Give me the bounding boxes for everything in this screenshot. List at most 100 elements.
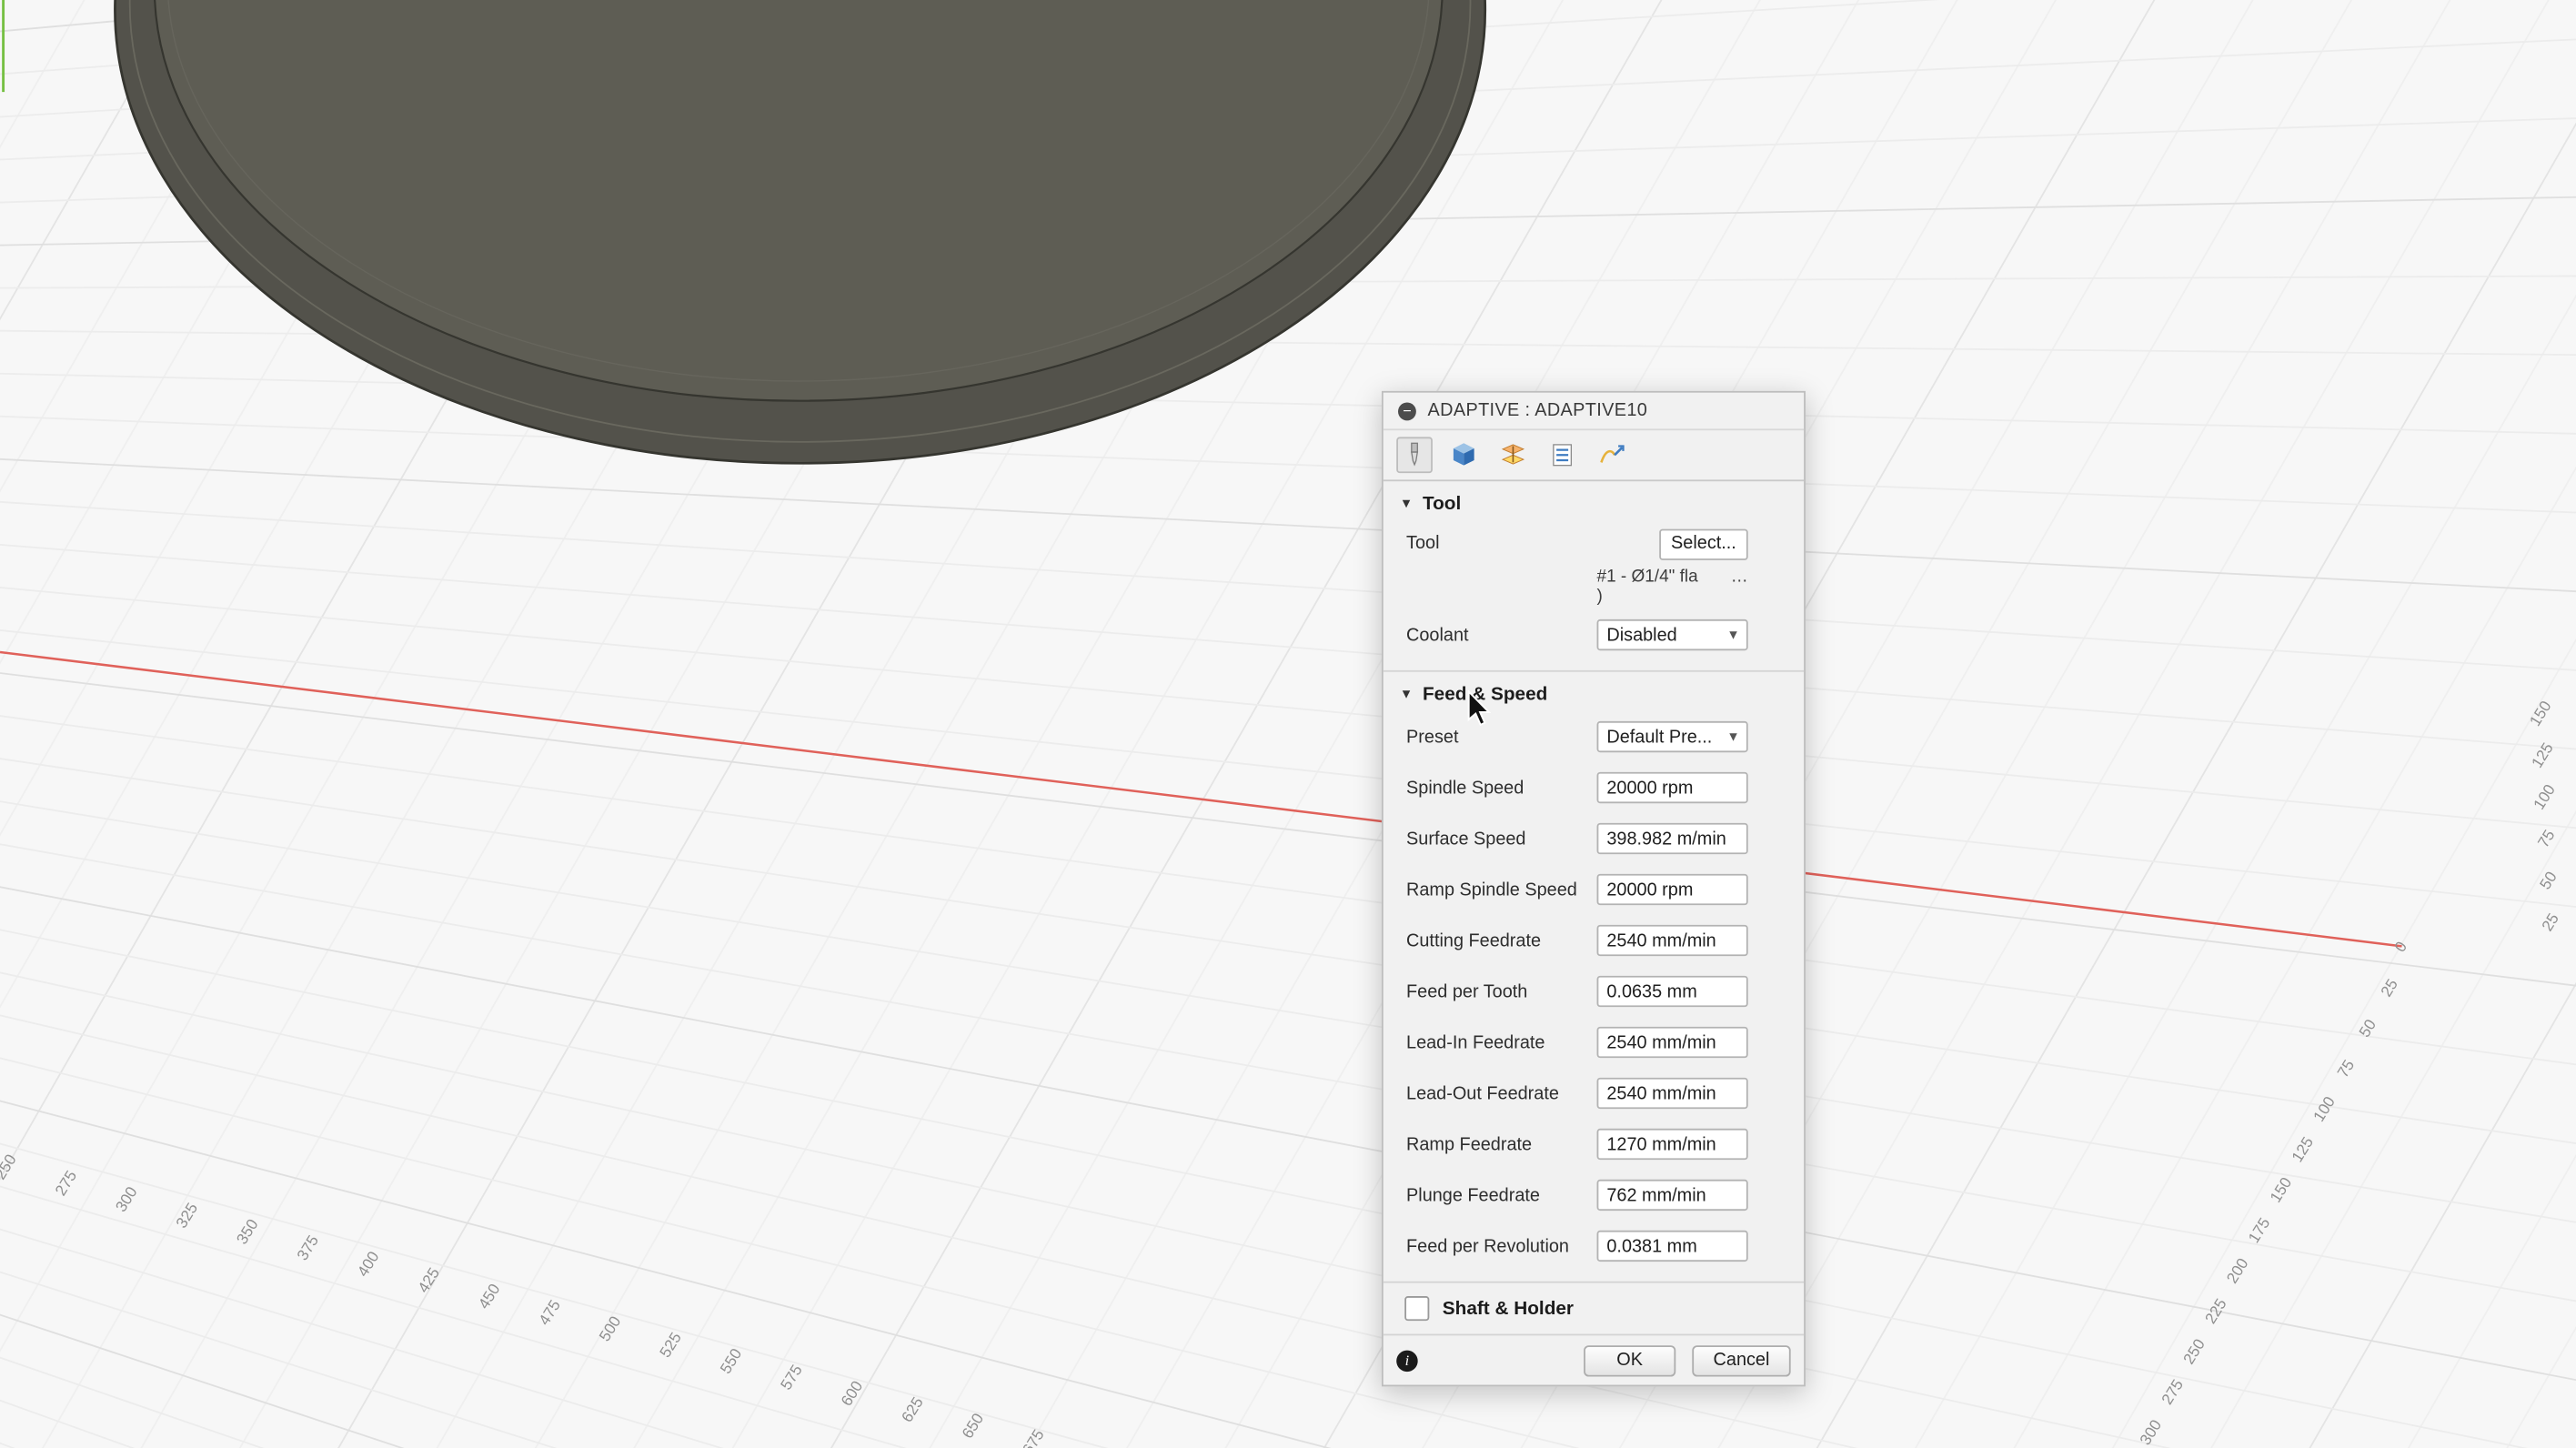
feed-per-revolution-label: Feed per Revolution	[1406, 1236, 1569, 1256]
shaft-holder-row: Shaft & Holder	[1384, 1283, 1804, 1334]
tab-linking[interactable]	[1594, 437, 1630, 473]
axis-label: 275	[51, 1167, 80, 1199]
coolant-select[interactable]: Disabled ▼	[1596, 618, 1748, 651]
axis-label: 150	[2526, 698, 2555, 729]
tool-section-header[interactable]: ▼ Tool	[1384, 481, 1804, 520]
preset-row: Preset Default Pre... ▼	[1384, 711, 1804, 762]
tool-description: #1 - Ø1/4" fla … )	[1597, 567, 1748, 606]
feed-speed-section-header[interactable]: ▼ Feed & Speed	[1384, 672, 1804, 711]
field-row-lead-out-feedrate: Lead-Out Feedrate 2540 mm/min	[1384, 1068, 1804, 1119]
axis-label: 550	[716, 1345, 745, 1377]
ramp-spindle-speed-label: Ramp Spindle Speed	[1406, 880, 1577, 900]
tool-description-line1: #1 - Ø1/4" fla	[1596, 567, 1698, 587]
field-row-spindle-speed: Spindle Speed 20000 rpm	[1384, 762, 1804, 813]
dialog-title-bar[interactable]: − ADAPTIVE : ADAPTIVE10	[1383, 393, 1805, 431]
axis-label: 300	[2136, 1416, 2165, 1448]
field-row-lead-in-feedrate: Lead-In Feedrate 2540 mm/min	[1384, 1017, 1804, 1068]
lead-in-feedrate-label: Lead-In Feedrate	[1406, 1032, 1545, 1052]
viewport-stage[interactable]: 250 275 300 325 350 375 400 425 450 475 500 525 550 5…	[0, 0, 2576, 1448]
feed-per-tooth-label: Feed per Tooth	[1406, 981, 1528, 1001]
axis-label: 75	[2534, 827, 2559, 851]
axis-label: 375	[293, 1232, 322, 1263]
tab-passes[interactable]	[1545, 437, 1581, 473]
axis-label: 175	[2244, 1214, 2273, 1246]
axis-label: 325	[172, 1200, 201, 1232]
cutting-feedrate-input[interactable]: 2540 mm/min	[1596, 924, 1748, 957]
axis-label: 200	[2222, 1254, 2251, 1286]
field-row-surface-speed: Surface Speed 398.982 m/min	[1384, 813, 1804, 864]
dialog-footer: i OK Cancel	[1383, 1333, 1805, 1385]
tab-tool[interactable]	[1396, 437, 1433, 474]
ramp-feedrate-label: Ramp Feedrate	[1406, 1134, 1533, 1154]
geometry-cube-icon	[1453, 443, 1474, 466]
info-icon[interactable]: i	[1396, 1349, 1418, 1372]
surface-speed-input[interactable]: 398.982 m/min	[1596, 822, 1748, 855]
shaft-holder-checkbox[interactable]	[1404, 1296, 1430, 1322]
tab-heights[interactable]	[1495, 437, 1532, 473]
axis-label: 25	[2538, 910, 2562, 934]
preset-value: Default Pre...	[1606, 727, 1713, 747]
tool-description-ellipsis: …	[1730, 567, 1748, 587]
coolant-value: Disabled	[1606, 625, 1677, 645]
axis-label: 600	[837, 1377, 866, 1409]
lead-out-feedrate-label: Lead-Out Feedrate	[1406, 1083, 1559, 1103]
tool-row: Tool Select...	[1384, 521, 1804, 568]
axis-label: 75	[2333, 1056, 2358, 1081]
coolant-label: Coolant	[1406, 625, 1469, 645]
axis-label: 425	[414, 1264, 443, 1296]
collapse-triangle-icon: ▼	[1399, 686, 1414, 701]
field-row-ramp-feedrate: Ramp Feedrate 1270 mm/min	[1384, 1119, 1804, 1170]
axis-label: 300	[112, 1183, 141, 1215]
collapse-dialog-icon[interactable]: −	[1398, 401, 1416, 420]
mouse-cursor	[1467, 689, 1492, 727]
axis-label: 250	[2179, 1335, 2209, 1367]
axis-label: 675	[1019, 1426, 1048, 1448]
field-row-ramp-spindle-speed: Ramp Spindle Speed 20000 rpm	[1384, 864, 1804, 915]
axis-label: 350	[233, 1216, 262, 1248]
part-disc[interactable]	[114, 0, 1486, 465]
ramp-spindle-speed-input[interactable]: 20000 rpm	[1596, 873, 1748, 906]
lead-out-feedrate-input[interactable]: 2540 mm/min	[1596, 1077, 1748, 1110]
tool-description-line2: )	[1596, 586, 1603, 607]
axis-label: 150	[2266, 1174, 2295, 1206]
viewport-canvas[interactable]: 2502753003253503754004254504755005255505…	[0, 0, 2576, 1448]
adaptive-dialog: − ADAPTIVE : ADAPTIVE10 ▼ Tool Tool Sele…	[1381, 390, 1806, 1387]
axis-label: 50	[2536, 868, 2561, 892]
linking-icon	[1600, 445, 1625, 463]
axis-label: 125	[2528, 739, 2557, 771]
axis-label: 0	[2390, 938, 2410, 955]
tab-geometry[interactable]	[1445, 437, 1482, 473]
field-row-plunge-feedrate: Plunge Feedrate 762 mm/min	[1384, 1170, 1804, 1221]
heights-icon	[1501, 444, 1525, 465]
field-row-cutting-feedrate: Cutting Feedrate 2540 mm/min	[1384, 915, 1804, 966]
feed-per-tooth-input[interactable]: 0.0635 mm	[1596, 975, 1748, 1008]
collapse-triangle-icon: ▼	[1399, 495, 1414, 510]
feed-per-revolution-input[interactable]: 0.0381 mm	[1596, 1230, 1748, 1262]
axis-label: 25	[2377, 976, 2401, 1001]
tool-label: Tool	[1406, 533, 1440, 554]
axis-label: 275	[2158, 1376, 2187, 1408]
field-row-feed-per-tooth: Feed per Tooth 0.0635 mm	[1384, 966, 1804, 1017]
tool-select-button[interactable]: Select...	[1659, 528, 1748, 559]
plunge-feedrate-label: Plunge Feedrate	[1406, 1185, 1540, 1205]
ok-button[interactable]: OK	[1584, 1344, 1676, 1376]
chevron-down-icon: ▼	[1726, 729, 1740, 745]
tool-section-title: Tool	[1422, 494, 1462, 515]
x-axis-line	[0, 650, 2402, 948]
spindle-speed-input[interactable]: 20000 rpm	[1596, 771, 1748, 804]
lead-in-feedrate-input[interactable]: 2540 mm/min	[1596, 1026, 1748, 1059]
coolant-row: Coolant Disabled ▼	[1384, 609, 1804, 660]
passes-icon	[1553, 444, 1573, 467]
axis-label: 100	[2530, 781, 2559, 813]
field-row-feed-per-revolution: Feed per Revolution 0.0381 mm	[1384, 1221, 1804, 1272]
axis-label: 450	[474, 1281, 503, 1312]
axis-label: 225	[2201, 1295, 2230, 1327]
plunge-feedrate-input[interactable]: 762 mm/min	[1596, 1179, 1748, 1212]
axis-label: 475	[535, 1296, 564, 1328]
preset-label: Preset	[1406, 727, 1459, 747]
dialog-title: ADAPTIVE : ADAPTIVE10	[1427, 400, 1648, 421]
preset-select[interactable]: Default Pre... ▼	[1596, 720, 1748, 753]
ramp-feedrate-input[interactable]: 1270 mm/min	[1596, 1128, 1748, 1161]
shaft-holder-label: Shaft & Holder	[1442, 1298, 1575, 1319]
cancel-button[interactable]: Cancel	[1692, 1344, 1791, 1376]
